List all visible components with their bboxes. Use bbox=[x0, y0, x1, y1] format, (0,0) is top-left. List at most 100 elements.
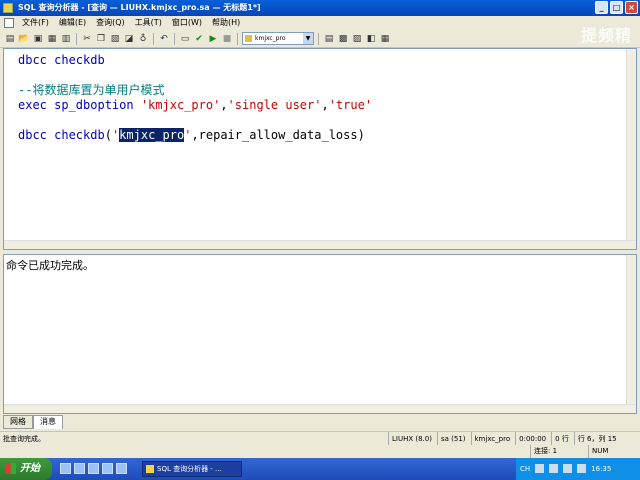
code-token: dbcc checkdb bbox=[18, 53, 105, 67]
code-line: dbcc checkdb('kmjxc_pro',repair_allow_da… bbox=[18, 128, 372, 143]
clear-icon[interactable]: ◪ bbox=[123, 33, 135, 45]
menu-query[interactable]: 查询(Q) bbox=[91, 16, 130, 30]
results-vertical-scrollbar[interactable] bbox=[626, 255, 636, 413]
quicklaunch-icon[interactable] bbox=[116, 463, 127, 474]
code-token: 'kmjxc_pro' bbox=[140, 98, 221, 112]
close-button[interactable]: × bbox=[625, 1, 638, 14]
toolbar-separator bbox=[318, 32, 319, 45]
windows-logo-icon bbox=[5, 463, 16, 474]
taskbar-app-button[interactable]: SQL 查询分析器 - ... bbox=[142, 461, 242, 477]
toolbar-separator bbox=[153, 32, 154, 45]
app-icon bbox=[146, 465, 154, 473]
query-editor[interactable]: dbcc checkdb --将数据库置为单用户模式 exec sp_dboptio… bbox=[3, 48, 637, 250]
menu-tools[interactable]: 工具(T) bbox=[130, 16, 167, 30]
start-button[interactable]: 开始 bbox=[0, 458, 52, 480]
tray-icon[interactable] bbox=[535, 464, 545, 473]
status-rows: 0 行 bbox=[551, 432, 572, 446]
app-icon bbox=[3, 3, 13, 13]
code-token: 'single user' bbox=[227, 98, 322, 112]
tab-grid[interactable]: 网格 bbox=[3, 415, 33, 429]
status-bar: 批查询完成。 LIUHX (8.0) sa (51) kmjxc_pro 0:0… bbox=[0, 431, 640, 446]
status-database: kmjxc_pro bbox=[470, 432, 514, 446]
code-line: exec sp_dboption 'kmjxc_pro','single use… bbox=[18, 98, 372, 113]
code-token: ( bbox=[104, 128, 112, 142]
taskbar: 开始 SQL 查询分析器 - ... CH 16:35 bbox=[0, 458, 640, 480]
load-script-icon[interactable]: ▥ bbox=[60, 33, 72, 45]
code-token: --将数据库置为单用户模式 bbox=[18, 83, 165, 97]
menu-help[interactable]: 帮助(H) bbox=[207, 16, 245, 30]
code-token: , bbox=[220, 98, 228, 112]
window-title: SQL 查询分析器 - [查询 — LIUHX.kmjxc_pro.sa — 无… bbox=[18, 3, 261, 12]
title-bar: SQL 查询分析器 - [查询 — LIUHX.kmjxc_pro.sa — 无… bbox=[0, 0, 640, 16]
watermark: 提频精 bbox=[580, 26, 632, 45]
stop-icon[interactable]: ■ bbox=[221, 33, 233, 45]
toolbar-separator bbox=[76, 32, 77, 45]
system-tray: CH 16:35 bbox=[516, 458, 640, 480]
maximize-button[interactable]: □ bbox=[610, 1, 623, 14]
insert-template-icon[interactable]: ▦ bbox=[46, 33, 58, 45]
editor-vertical-scrollbar[interactable] bbox=[626, 49, 636, 249]
quicklaunch-icon[interactable] bbox=[102, 463, 113, 474]
menu-edit[interactable]: 编辑(E) bbox=[54, 16, 91, 30]
code-token: ,repair_allow_data_loss) bbox=[191, 128, 365, 142]
new-query-icon[interactable]: ▤ bbox=[4, 33, 16, 45]
status-time: 0:00:00 bbox=[515, 432, 549, 446]
code-token: , bbox=[321, 98, 329, 112]
code-token: 'true' bbox=[328, 98, 373, 112]
results-pane-icon[interactable]: ▦ bbox=[379, 33, 391, 45]
database-select[interactable]: kmjxc_pro ▼ bbox=[242, 32, 314, 45]
query-code[interactable]: dbcc checkdb --将数据库置为单用户模式 exec sp_dboptio… bbox=[18, 53, 372, 143]
document-icon bbox=[4, 18, 14, 28]
show-plan-icon[interactable]: ▨ bbox=[351, 33, 363, 45]
results-tabs: 网格 消息 bbox=[3, 415, 63, 429]
database-icon bbox=[245, 35, 252, 42]
quick-launch bbox=[60, 463, 127, 474]
code-line: --将数据库置为单用户模式 bbox=[18, 83, 372, 98]
quicklaunch-icon[interactable] bbox=[88, 463, 99, 474]
taskbar-app-label: SQL 查询分析器 - ... bbox=[157, 465, 222, 473]
cut-icon[interactable]: ✂ bbox=[81, 33, 93, 45]
minimize-button[interactable]: _ bbox=[595, 1, 608, 14]
results-pane: 命令已成功完成。 bbox=[3, 254, 637, 414]
editor-horizontal-scrollbar[interactable] bbox=[4, 240, 636, 249]
toolbar: ▤ 📂 ▣ ▦ ▥ ✂ ❐ ▧ ◪ ♁ ↶ ▭ ✔ ▶ ■ kmjxc_pro … bbox=[0, 30, 640, 48]
open-icon[interactable]: 📂 bbox=[18, 33, 30, 45]
tray-icon[interactable] bbox=[549, 464, 559, 473]
object-browser-icon[interactable]: ▤ bbox=[323, 33, 335, 45]
execute-mode-icon[interactable]: ▭ bbox=[179, 33, 191, 45]
code-token: dbcc checkdb bbox=[18, 128, 105, 142]
status-num: NUM bbox=[588, 445, 611, 458]
results-horizontal-scrollbar[interactable] bbox=[4, 404, 636, 413]
menu-window[interactable]: 窗口(W) bbox=[167, 16, 207, 30]
object-search-icon[interactable]: ▩ bbox=[337, 33, 349, 45]
paste-icon[interactable]: ▧ bbox=[109, 33, 121, 45]
menu-file[interactable]: 文件(F) bbox=[17, 16, 54, 30]
copy-icon[interactable]: ❐ bbox=[95, 33, 107, 45]
status-position: 行 6，列 15 bbox=[573, 432, 620, 446]
result-message: 命令已成功完成。 bbox=[6, 259, 94, 272]
options-icon[interactable]: ◧ bbox=[365, 33, 377, 45]
undo-icon[interactable]: ↶ bbox=[158, 33, 170, 45]
toolbar-separator bbox=[174, 32, 175, 45]
database-select-value: kmjxc_pro bbox=[255, 35, 286, 42]
tray-icon[interactable] bbox=[577, 464, 587, 473]
execute-icon[interactable]: ▶ bbox=[207, 33, 219, 45]
tray-icon[interactable] bbox=[563, 464, 573, 473]
status-connections: 连接: 1 bbox=[530, 445, 560, 458]
tab-messages[interactable]: 消息 bbox=[33, 415, 63, 429]
status-bar-secondary: 连接: 1 NUM bbox=[0, 445, 640, 458]
quicklaunch-icon[interactable] bbox=[60, 463, 71, 474]
quicklaunch-icon[interactable] bbox=[74, 463, 85, 474]
language-indicator[interactable]: CH bbox=[520, 458, 530, 480]
code-line: dbcc checkdb bbox=[18, 53, 372, 68]
status-server: LIUHX (8.0) bbox=[388, 432, 435, 446]
menu-bar: 文件(F) 编辑(E) 查询(Q) 工具(T) 窗口(W) 帮助(H) bbox=[0, 16, 640, 30]
parse-icon[interactable]: ✔ bbox=[193, 33, 205, 45]
start-label: 开始 bbox=[20, 463, 40, 474]
save-icon[interactable]: ▣ bbox=[32, 33, 44, 45]
chevron-down-icon[interactable]: ▼ bbox=[303, 33, 313, 44]
status-user: sa (51) bbox=[436, 432, 469, 446]
find-icon[interactable]: ♁ bbox=[137, 33, 149, 45]
